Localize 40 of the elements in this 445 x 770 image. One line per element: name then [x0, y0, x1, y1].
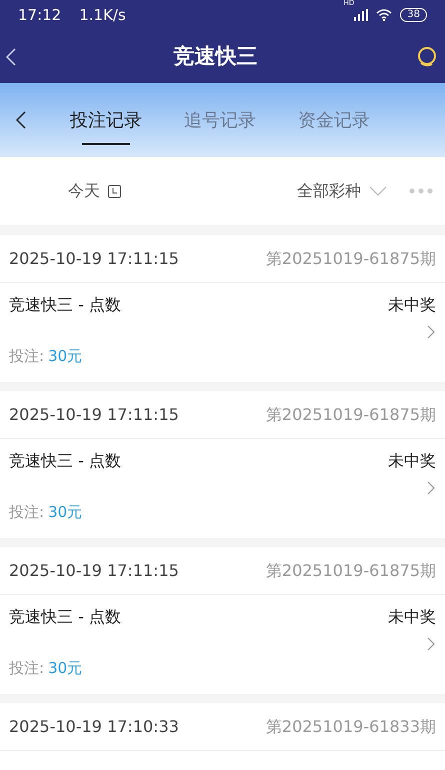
bet-label: 投注:	[9, 346, 44, 367]
status-time: 17:12	[18, 4, 62, 26]
chevron-right-icon	[427, 481, 435, 495]
bet-label: 投注:	[9, 502, 44, 523]
issue-number: 第20251019-61833期	[266, 716, 436, 738]
battery-indicator: 38	[400, 8, 427, 22]
tab[interactable]: 投注记录	[70, 83, 142, 157]
network-speed: 1.1K/s	[79, 4, 126, 26]
result-status: 未中奖	[388, 294, 436, 316]
game-name: 竞速快三 - 点数	[9, 606, 121, 628]
record-card[interactable]: 2025-10-19 17:10:33 第20251019-61833期	[0, 703, 445, 770]
bet-amount: 30元	[48, 502, 82, 523]
record-card[interactable]: 2025-10-19 17:11:15 第20251019-61875期 竞速快三 - 点数 未中奖 投注: 30元	[0, 235, 445, 382]
headset-icon[interactable]	[415, 44, 439, 68]
game-name: 竞速快三 - 点数	[9, 450, 121, 472]
result-status: 未中奖	[388, 450, 436, 472]
bet-time: 2025-10-19 17:11:15	[9, 404, 179, 426]
game-name: 竞速快三 - 点数	[9, 294, 121, 316]
result-status: 未中奖	[388, 606, 436, 628]
bet-amount: 30元	[48, 658, 82, 679]
issue-number: 第20251019-61875期	[266, 560, 436, 582]
lottery-filter[interactable]: 全部彩种	[297, 179, 387, 203]
bet-time: 2025-10-19 17:11:15	[9, 248, 179, 270]
bet-time: 2025-10-19 17:11:15	[9, 560, 179, 582]
chevron-right-icon	[427, 325, 435, 339]
signal-icon	[354, 9, 368, 21]
bet-label: 投注:	[9, 658, 44, 679]
bet-amount: 30元	[48, 346, 82, 367]
chevron-down-icon	[369, 186, 387, 196]
date-filter[interactable]: 今天	[68, 179, 121, 203]
chevron-right-icon	[427, 637, 435, 651]
bet-time: 2025-10-19 17:10:33	[9, 716, 179, 738]
record-card[interactable]: 2025-10-19 17:11:15 第20251019-61875期 竞速快三 - 点数 未中奖 投注: 30元	[0, 547, 445, 694]
wifi-icon	[376, 9, 392, 21]
record-card[interactable]: 2025-10-19 17:11:15 第20251019-61875期 竞速快三 - 点数 未中奖 投注: 30元	[0, 391, 445, 538]
issue-number: 第20251019-61875期	[266, 248, 436, 270]
clock-icon	[108, 184, 121, 198]
back-icon[interactable]	[16, 111, 26, 129]
page-title: 竞速快三	[174, 42, 258, 70]
issue-number: 第20251019-61875期	[266, 404, 436, 426]
